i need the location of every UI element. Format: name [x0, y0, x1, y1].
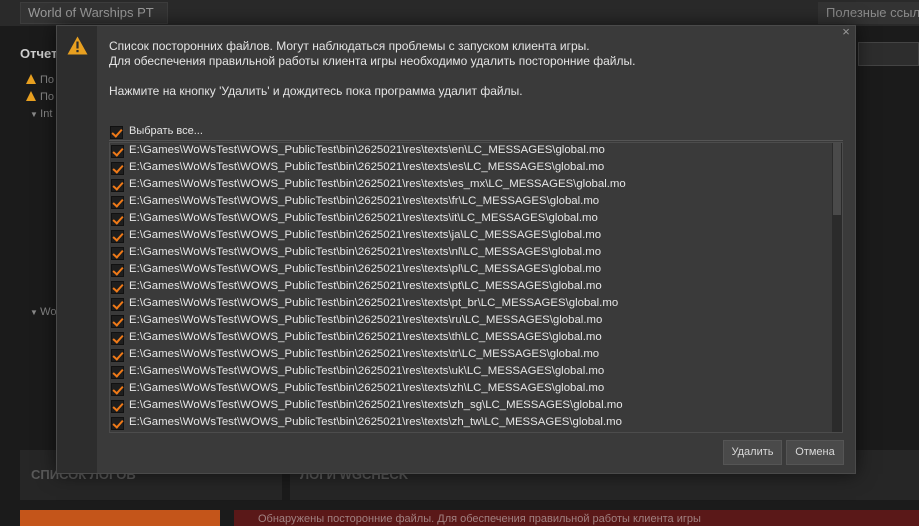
checkbox-checked-icon[interactable]: [110, 126, 123, 139]
file-list-item[interactable]: E:\Games\WoWsTest\WOWS_PublicTest\bin\26…: [110, 330, 832, 347]
file-list-item[interactable]: E:\Games\WoWsTest\WOWS_PublicTest\bin\26…: [110, 160, 832, 177]
scrollbar[interactable]: [832, 143, 842, 432]
file-list-item[interactable]: E:\Games\WoWsTest\WOWS_PublicTest\bin\26…: [110, 398, 832, 415]
checkbox-checked-icon[interactable]: [111, 332, 124, 345]
file-path: E:\Games\WoWsTest\WOWS_PublicTest\bin\26…: [129, 161, 605, 173]
file-path: E:\Games\WoWsTest\WOWS_PublicTest\bin\26…: [129, 178, 626, 190]
background-field: [858, 42, 919, 66]
region-select[interactable]: World of Warships PT: [20, 2, 168, 24]
file-list-item[interactable]: E:\Games\WoWsTest\WOWS_PublicTest\bin\26…: [110, 279, 832, 296]
orange-banner: [20, 510, 220, 526]
warning-banner-text: Обнаружены посторонние файлы. Для обеспе…: [258, 513, 701, 525]
message-line: Для обеспечения правильной работы клиент…: [109, 54, 636, 68]
file-list-item[interactable]: E:\Games\WoWsTest\WOWS_PublicTest\bin\26…: [110, 228, 832, 245]
message-line: Список посторонних файлов. Могут наблюда…: [109, 39, 590, 53]
chevron-down-icon: ▼: [30, 308, 41, 317]
close-button[interactable]: ×: [839, 25, 853, 39]
file-path: E:\Games\WoWsTest\WOWS_PublicTest\bin\26…: [129, 246, 602, 258]
checkbox-checked-icon[interactable]: [111, 264, 124, 277]
report-row-wc[interactable]: ▼ Wo: [30, 306, 56, 318]
checkbox-checked-icon[interactable]: [111, 400, 124, 413]
file-path: E:\Games\WoWsTest\WOWS_PublicTest\bin\26…: [129, 144, 605, 156]
report-row[interactable]: По: [26, 74, 54, 86]
checkbox-checked-icon[interactable]: [111, 162, 124, 175]
checkbox-checked-icon[interactable]: [111, 145, 124, 158]
useful-links-button[interactable]: Полезные ссыл: [818, 2, 919, 24]
warning-icon: [26, 91, 36, 101]
file-path: E:\Games\WoWsTest\WOWS_PublicTest\bin\26…: [129, 416, 622, 428]
reports-title: Отчет: [20, 46, 58, 61]
file-list-item[interactable]: E:\Games\WoWsTest\WOWS_PublicTest\bin\26…: [110, 177, 832, 194]
file-path: E:\Games\WoWsTest\WOWS_PublicTest\bin\26…: [129, 195, 600, 207]
message-instruction: Нажмите на кнопку 'Удалить' и дождитесь …: [109, 84, 523, 98]
file-list-item[interactable]: E:\Games\WoWsTest\WOWS_PublicTest\bin\26…: [110, 364, 832, 381]
file-list[interactable]: E:\Games\WoWsTest\WOWS_PublicTest\bin\26…: [109, 142, 843, 433]
checkbox-checked-icon[interactable]: [111, 196, 124, 209]
file-path: E:\Games\WoWsTest\WOWS_PublicTest\bin\26…: [129, 229, 602, 241]
checkbox-checked-icon[interactable]: [111, 315, 124, 328]
file-path: E:\Games\WoWsTest\WOWS_PublicTest\bin\26…: [129, 382, 605, 394]
file-list-item[interactable]: E:\Games\WoWsTest\WOWS_PublicTest\bin\26…: [110, 381, 832, 398]
dialog-icon-strip: [57, 26, 97, 473]
checkbox-checked-icon[interactable]: [111, 383, 124, 396]
report-row[interactable]: По: [26, 91, 54, 103]
select-all-checkbox[interactable]: Выбрать все...: [109, 124, 843, 141]
file-list-item[interactable]: E:\Games\WoWsTest\WOWS_PublicTest\bin\26…: [110, 262, 832, 279]
delete-button[interactable]: Удалить: [723, 440, 782, 465]
checkbox-checked-icon[interactable]: [111, 366, 124, 379]
warning-icon: [67, 36, 88, 55]
file-path: E:\Games\WoWsTest\WOWS_PublicTest\bin\26…: [129, 314, 603, 326]
scrollbar-thumb[interactable]: [833, 143, 841, 215]
file-list-item[interactable]: E:\Games\WoWsTest\WOWS_PublicTest\bin\26…: [110, 245, 832, 262]
checkbox-checked-icon[interactable]: [111, 417, 124, 430]
checkbox-checked-icon[interactable]: [111, 179, 124, 192]
checkbox-checked-icon[interactable]: [111, 213, 124, 226]
chevron-down-icon: ▼: [30, 110, 41, 119]
checkbox-checked-icon[interactable]: [111, 298, 124, 311]
file-list-item[interactable]: E:\Games\WoWsTest\WOWS_PublicTest\bin\26…: [110, 211, 832, 228]
file-list-item[interactable]: E:\Games\WoWsTest\WOWS_PublicTest\bin\26…: [110, 415, 832, 432]
checkbox-checked-icon[interactable]: [111, 349, 124, 362]
file-path: E:\Games\WoWsTest\WOWS_PublicTest\bin\26…: [129, 263, 602, 275]
report-row[interactable]: ▼ Int: [30, 108, 52, 120]
select-all-label: Выбрать все...: [129, 125, 203, 137]
checkbox-checked-icon[interactable]: [111, 230, 124, 243]
file-path: E:\Games\WoWsTest\WOWS_PublicTest\bin\26…: [129, 399, 623, 411]
file-path: E:\Games\WoWsTest\WOWS_PublicTest\bin\26…: [129, 365, 605, 377]
file-list-item[interactable]: E:\Games\WoWsTest\WOWS_PublicTest\bin\26…: [110, 313, 832, 330]
file-path: E:\Games\WoWsTest\WOWS_PublicTest\bin\26…: [129, 280, 602, 292]
file-path: E:\Games\WoWsTest\WOWS_PublicTest\bin\26…: [129, 297, 619, 309]
extraneous-files-dialog: × Список посторонних файлов. Могут наблю…: [56, 25, 856, 474]
file-list-item[interactable]: E:\Games\WoWsTest\WOWS_PublicTest\bin\26…: [110, 194, 832, 211]
file-list-item[interactable]: E:\Games\WoWsTest\WOWS_PublicTest\bin\26…: [110, 347, 832, 364]
file-path: E:\Games\WoWsTest\WOWS_PublicTest\bin\26…: [129, 331, 602, 343]
file-list-item[interactable]: E:\Games\WoWsTest\WOWS_PublicTest\bin\26…: [110, 143, 832, 160]
cancel-button[interactable]: Отмена: [786, 440, 844, 465]
checkbox-checked-icon[interactable]: [111, 281, 124, 294]
checkbox-checked-icon[interactable]: [111, 247, 124, 260]
file-path: E:\Games\WoWsTest\WOWS_PublicTest\bin\26…: [129, 348, 600, 360]
file-list-item[interactable]: E:\Games\WoWsTest\WOWS_PublicTest\bin\26…: [110, 296, 832, 313]
file-path: E:\Games\WoWsTest\WOWS_PublicTest\bin\26…: [129, 212, 598, 224]
warning-icon: [26, 74, 36, 84]
